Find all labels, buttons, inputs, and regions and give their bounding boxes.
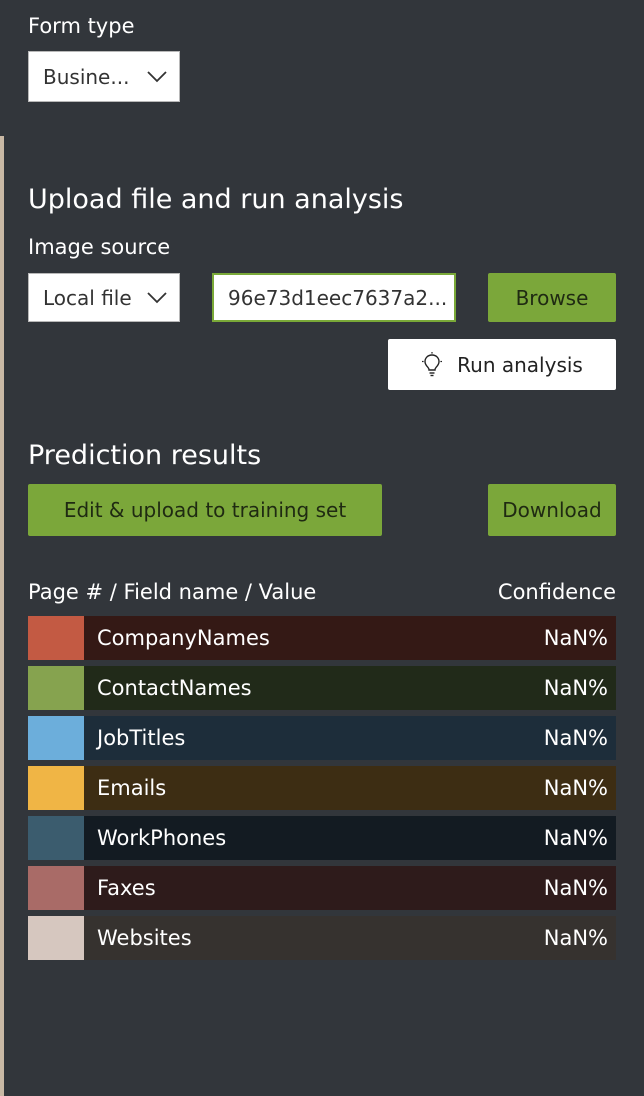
result-row[interactable]: CompanyNames NaN% — [28, 616, 616, 660]
field-name: Faxes — [97, 876, 156, 900]
prediction-results-list: CompanyNames NaN% ContactNames NaN% JobTitle… — [28, 616, 616, 966]
field-name: WorkPhones — [97, 826, 227, 850]
field-name: Websites — [97, 926, 192, 950]
color-swatch — [28, 666, 84, 710]
result-row[interactable]: Emails NaN% — [28, 766, 616, 810]
field-name: ContactNames — [97, 676, 252, 700]
form-type-value: Busine... — [43, 64, 130, 89]
color-swatch — [28, 816, 84, 860]
file-path-input[interactable]: 96e73d1eec7637a2... — [212, 273, 456, 322]
analysis-panel: Form type Busine... Upload file and run … — [0, 0, 644, 1096]
color-swatch — [28, 616, 84, 660]
confidence-value: NaN% — [543, 826, 608, 850]
form-type-select[interactable]: Busine... — [28, 51, 180, 102]
prediction-heading: Prediction results — [28, 440, 262, 471]
result-row[interactable]: WorkPhones NaN% — [28, 816, 616, 860]
form-type-label: Form type — [28, 14, 135, 38]
chevron-down-icon — [147, 291, 167, 303]
confidence-value: NaN% — [543, 726, 608, 750]
image-source-select[interactable]: Local file — [28, 273, 180, 322]
result-row-body: ContactNames NaN% — [84, 666, 616, 710]
result-row[interactable]: ContactNames NaN% — [28, 666, 616, 710]
confidence-value: NaN% — [543, 876, 608, 900]
color-swatch — [28, 866, 84, 910]
field-name: CompanyNames — [97, 626, 270, 650]
confidence-value: NaN% — [543, 926, 608, 950]
column-header-field: Page # / Field name / Value — [28, 580, 317, 604]
confidence-value: NaN% — [543, 676, 608, 700]
run-analysis-label: Run analysis — [457, 352, 583, 377]
image-source-value: Local file — [43, 285, 132, 310]
document-preview-edge — [0, 136, 4, 1096]
color-swatch — [28, 766, 84, 810]
result-row-body: Emails NaN% — [84, 766, 616, 810]
upload-heading: Upload file and run analysis — [28, 184, 404, 215]
result-row[interactable]: Faxes NaN% — [28, 866, 616, 910]
result-row-body: Faxes NaN% — [84, 866, 616, 910]
download-button[interactable]: Download — [488, 484, 616, 536]
result-row-body: JobTitles NaN% — [84, 716, 616, 760]
lightbulb-icon — [422, 351, 443, 376]
confidence-value: NaN% — [543, 626, 608, 650]
result-row[interactable]: JobTitles NaN% — [28, 716, 616, 760]
field-name: Emails — [97, 776, 167, 800]
result-row-body: WorkPhones NaN% — [84, 816, 616, 860]
color-swatch — [28, 716, 84, 760]
run-analysis-button[interactable]: Run analysis — [388, 339, 616, 390]
edit-upload-training-button[interactable]: Edit & upload to training set — [28, 484, 382, 536]
column-header-confidence: Confidence — [497, 580, 616, 604]
chevron-down-icon — [147, 70, 167, 82]
image-source-label: Image source — [28, 235, 171, 259]
result-row-body: Websites NaN% — [84, 916, 616, 960]
browse-button[interactable]: Browse — [488, 273, 616, 322]
confidence-value: NaN% — [543, 776, 608, 800]
field-name: JobTitles — [97, 726, 186, 750]
color-swatch — [28, 916, 84, 960]
result-row-body: CompanyNames NaN% — [84, 616, 616, 660]
result-row[interactable]: Websites NaN% — [28, 916, 616, 960]
